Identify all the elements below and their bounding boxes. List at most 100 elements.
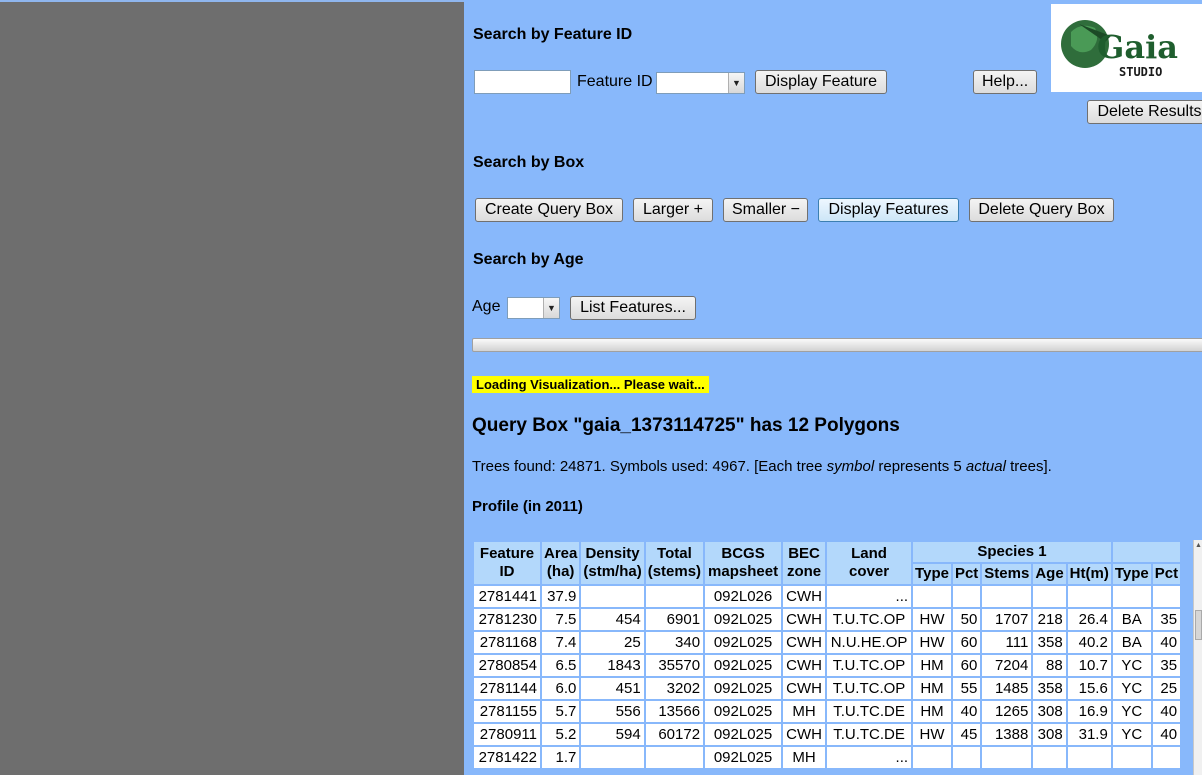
table-cell: 358: [1033, 678, 1066, 699]
create-query-box-button[interactable]: Create Query Box: [475, 198, 623, 222]
search-panel: Search by Feature ID Feature ID ▼ Displa…: [464, 0, 1202, 775]
smaller-button[interactable]: Smaller −: [723, 198, 808, 222]
table-row[interactable]: 2780854 6.5 1843 35570 092L025 CWH T.U.TC.OP HM…: [474, 655, 1181, 676]
table-cell: 308: [1033, 701, 1066, 722]
table-cell: CWH: [783, 586, 826, 607]
table-cell: CWH: [783, 724, 826, 745]
scroll-up-icon[interactable]: ▲: [1194, 542, 1202, 549]
trees-summary-text: Trees found: 24871. Symbols used: 4967. …: [472, 458, 827, 475]
map-viewport[interactable]: [0, 0, 464, 775]
table-cell: 1843: [581, 655, 644, 676]
table-cell: 3202: [645, 678, 704, 699]
table-cell: [952, 586, 981, 607]
table-row[interactable]: 2781168 7.4 25 340 092L025 CWH N.U.HE.OP HW 60 11…: [474, 632, 1181, 653]
table-cell: [1033, 747, 1066, 768]
table-cell: 5.7: [542, 701, 580, 722]
table-cell: 2781230: [474, 609, 540, 630]
table-cell: BA: [1112, 632, 1151, 653]
col-total: Total (stems): [645, 542, 704, 584]
table-cell: [1033, 586, 1066, 607]
col-type: Type: [913, 564, 951, 584]
larger-button[interactable]: Larger +: [633, 198, 713, 222]
trees-summary-actual: actual: [965, 458, 1006, 475]
feature-id-select[interactable]: ▼: [656, 72, 745, 94]
table-cell: 31.9: [1067, 724, 1111, 745]
table-scrollbar[interactable]: ▲: [1193, 540, 1202, 775]
table-cell: 092L025: [705, 747, 782, 768]
table-cell: MH: [783, 701, 826, 722]
col-feature-id: Feature ID: [474, 542, 540, 584]
table-cell: [1112, 586, 1151, 607]
table-row[interactable]: 2781144 6.0 451 3202 092L025 CWH T.U.TC.OP HM 55…: [474, 678, 1181, 699]
globe-icon: Gaia STUDIO: [1061, 20, 1178, 79]
scroll-thumb[interactable]: [1195, 610, 1202, 640]
table-cell: T.U.TC.OP: [827, 678, 912, 699]
table-cell: 092L026: [705, 586, 782, 607]
table-row[interactable]: 2780911 5.2 594 60172 092L025 CWH T.U.TC.DE HW 4…: [474, 724, 1181, 745]
table-row[interactable]: 2781441 37.9 092L026 CWH...: [474, 586, 1181, 607]
logo-subtitle: STUDIO: [1119, 65, 1162, 79]
delete-query-box-button[interactable]: Delete Query Box: [969, 198, 1114, 222]
table-cell: 2781422: [474, 747, 540, 768]
table-cell: 6.5: [542, 655, 580, 676]
delete-results-button[interactable]: Delete Results: [1087, 100, 1202, 124]
chevron-down-icon: ▼: [728, 73, 744, 93]
table-cell: 88: [1033, 655, 1066, 676]
col-bcgs: BCGS mapsheet: [705, 542, 782, 584]
table-cell: [913, 586, 951, 607]
table-cell: [1152, 747, 1181, 768]
table-cell: 7.4: [542, 632, 580, 653]
top-strip: [0, 0, 464, 2]
age-select[interactable]: ▼: [507, 297, 560, 319]
gaia-studio-logo: Gaia STUDIO: [1051, 4, 1202, 92]
table-row[interactable]: 2781422 1.7 092L025 MH...: [474, 747, 1181, 768]
table-cell: 26.4: [1067, 609, 1111, 630]
table-cell: 5.2: [542, 724, 580, 745]
table-cell: CWH: [783, 609, 826, 630]
table-cell: HW: [913, 724, 951, 745]
table-cell: 16.9: [1067, 701, 1111, 722]
table-cell: YC: [1112, 678, 1151, 699]
table-cell: 092L025: [705, 724, 782, 745]
display-feature-button[interactable]: Display Feature: [755, 70, 887, 94]
table-cell: 60: [952, 632, 981, 653]
col-ht: Ht(m): [1067, 564, 1111, 584]
profile-title: Profile (in 2011): [472, 498, 583, 515]
col-land-cover: Land cover: [827, 542, 912, 584]
chevron-down-icon: ▼: [543, 298, 559, 318]
table-cell: [982, 586, 1032, 607]
col-pct-2: Pct: [1152, 564, 1181, 584]
table-cell: CWH: [783, 678, 826, 699]
table-cell: 60172: [645, 724, 704, 745]
display-features-button[interactable]: Display Features: [818, 198, 959, 222]
col-species-1: Species 1: [913, 542, 1111, 562]
table-cell: 2781155: [474, 701, 540, 722]
table-cell: N.U.HE.OP: [827, 632, 912, 653]
table-cell: T.U.TC.OP: [827, 609, 912, 630]
table-cell: [645, 586, 704, 607]
help-button[interactable]: Help...: [973, 70, 1037, 94]
table-cell: 308: [1033, 724, 1066, 745]
table-cell: [1112, 747, 1151, 768]
table-cell: 2781144: [474, 678, 540, 699]
profile-table: Feature ID Area (ha) Density (stm/ha) To…: [472, 540, 1182, 770]
table-cell: T.U.TC.DE: [827, 724, 912, 745]
col-type-2: Type: [1112, 564, 1151, 584]
table-cell: 092L025: [705, 655, 782, 676]
table-row[interactable]: 2781155 5.7 556 13566 092L025 MH T.U.TC.DE HM 40…: [474, 701, 1181, 722]
table-cell: 2781441: [474, 586, 540, 607]
table-cell: 40: [952, 701, 981, 722]
table-cell: 60: [952, 655, 981, 676]
col-area: Area (ha): [542, 542, 580, 584]
table-cell: 092L025: [705, 632, 782, 653]
table-cell: HW: [913, 609, 951, 630]
table-cell: 1388: [982, 724, 1032, 745]
table-row[interactable]: 2781230 7.5 454 6901 092L025 CWH T.U.TC.OP HW 50…: [474, 609, 1181, 630]
feature-id-input[interactable]: [474, 70, 571, 94]
profile-table-container[interactable]: Feature ID Area (ha) Density (stm/ha) To…: [472, 540, 1196, 775]
list-features-button[interactable]: List Features...: [570, 296, 696, 320]
table-cell: [913, 747, 951, 768]
feature-search-heading: Search by Feature ID: [473, 26, 633, 43]
table-cell: [952, 747, 981, 768]
table-cell: 40: [1152, 632, 1181, 653]
